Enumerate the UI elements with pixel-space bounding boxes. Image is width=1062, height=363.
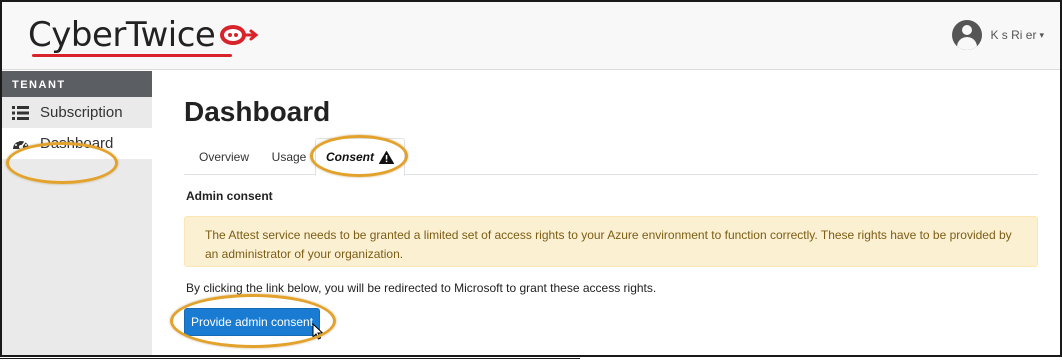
top-navbar: CyberTwice K s Ri er ▾ [2, 2, 1060, 70]
bottom-rule [0, 358, 580, 359]
logo-mascot-icon [217, 20, 259, 55]
alert-text: The Attest service needs to be granted a… [205, 228, 1012, 261]
tab-label: Consent [326, 150, 374, 164]
page-title: Dashboard [184, 96, 331, 127]
sidebar-item-label: Dashboard [40, 135, 114, 152]
provide-admin-consent-button[interactable]: Provide admin consent [184, 308, 320, 336]
dashboard-gauge-icon [12, 136, 32, 152]
logo-underline [32, 54, 232, 57]
tab-usage[interactable]: Usage [264, 138, 314, 175]
avatar-icon[interactable] [952, 20, 983, 50]
user-menu[interactable]: K s Ri er ▾ [952, 18, 1044, 52]
main-content: Dashboard Overview Usage Consent Admin c… [152, 71, 1060, 355]
tab-consent[interactable]: Consent [315, 138, 405, 176]
tab-label: Overview [198, 149, 249, 164]
window-frame: CyberTwice K s Ri er ▾ TENANT Subscripti… [0, 0, 1062, 357]
sidebar-item-dashboard[interactable]: Dashboard [2, 128, 152, 159]
tab-overview[interactable]: Overview [184, 138, 264, 175]
tab-label: Usage [271, 149, 307, 164]
sidebar: TENANT Subscription Dashboard [2, 71, 152, 355]
sidebar-item-subscription[interactable]: Subscription [2, 97, 152, 128]
section-title: Admin consent [186, 189, 273, 203]
warning-icon [379, 150, 394, 164]
user-name[interactable]: K s Ri er [990, 28, 1036, 42]
list-icon [12, 105, 32, 120]
chevron-down-icon[interactable]: ▾ [1039, 30, 1044, 41]
warning-alert: The Attest service needs to be granted a… [184, 216, 1038, 267]
logo-text: CyberTwice [28, 15, 216, 55]
sidebar-heading: TENANT [2, 71, 152, 97]
cybertwice-logo[interactable]: CyberTwice [28, 12, 259, 58]
tab-bar: Overview Usage Consent [184, 138, 1038, 176]
sidebar-item-label: Subscription [40, 104, 123, 121]
redirect-notice: By clicking the link below, you will be … [186, 281, 657, 295]
mouse-cursor-icon [312, 322, 324, 345]
